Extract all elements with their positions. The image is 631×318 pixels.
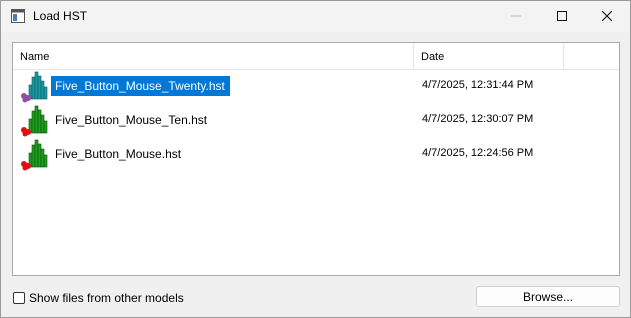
file-name: Five_Button_Mouse_Twenty.hst — [51, 76, 230, 96]
histogram-file-icon — [19, 69, 53, 103]
file-list[interactable]: Name Date Five_Button_Mouse_Twenty.hst 4… — [12, 42, 620, 276]
show-other-models-checkbox[interactable] — [13, 292, 25, 304]
load-hst-dialog: Load HST Name Date Five_Button_Mouse_Twe… — [0, 0, 631, 318]
list-item[interactable]: Five_Button_Mouse.hst 4/7/2025, 12:24:56… — [13, 137, 619, 171]
maximize-button[interactable] — [539, 1, 585, 32]
list-item[interactable]: Five_Button_Mouse_Ten.hst 4/7/2025, 12:3… — [13, 103, 619, 137]
list-item[interactable]: Five_Button_Mouse_Twenty.hst 4/7/2025, 1… — [13, 69, 619, 103]
minimize-button[interactable] — [493, 1, 539, 32]
minimize-icon — [511, 10, 521, 24]
column-name-label: Name — [20, 51, 50, 63]
title-bar[interactable]: Load HST — [1, 1, 630, 32]
browse-button[interactable]: Browse... — [476, 286, 620, 307]
close-icon — [601, 10, 613, 24]
file-date: 4/7/2025, 12:30:07 PM — [422, 113, 534, 125]
app-window-icon — [11, 9, 25, 23]
histogram-file-icon — [19, 137, 53, 171]
show-other-models-label[interactable]: Show files from other models — [29, 291, 184, 305]
file-name: Five_Button_Mouse.hst — [55, 147, 182, 161]
maximize-icon — [557, 10, 567, 24]
file-date: 4/7/2025, 12:24:56 PM — [422, 147, 534, 159]
file-date: 4/7/2025, 12:31:44 PM — [422, 79, 534, 91]
list-header: Name Date — [13, 43, 619, 70]
histogram-file-icon — [19, 103, 53, 137]
column-header-name[interactable]: Name — [13, 43, 414, 69]
file-name: Five_Button_Mouse_Ten.hst — [55, 113, 208, 127]
close-button[interactable] — [584, 1, 630, 32]
window-title: Load HST — [33, 9, 88, 23]
show-other-models-option[interactable]: Show files from other models — [13, 291, 184, 305]
column-date-label: Date — [421, 51, 445, 63]
column-header-date[interactable]: Date — [414, 43, 564, 69]
